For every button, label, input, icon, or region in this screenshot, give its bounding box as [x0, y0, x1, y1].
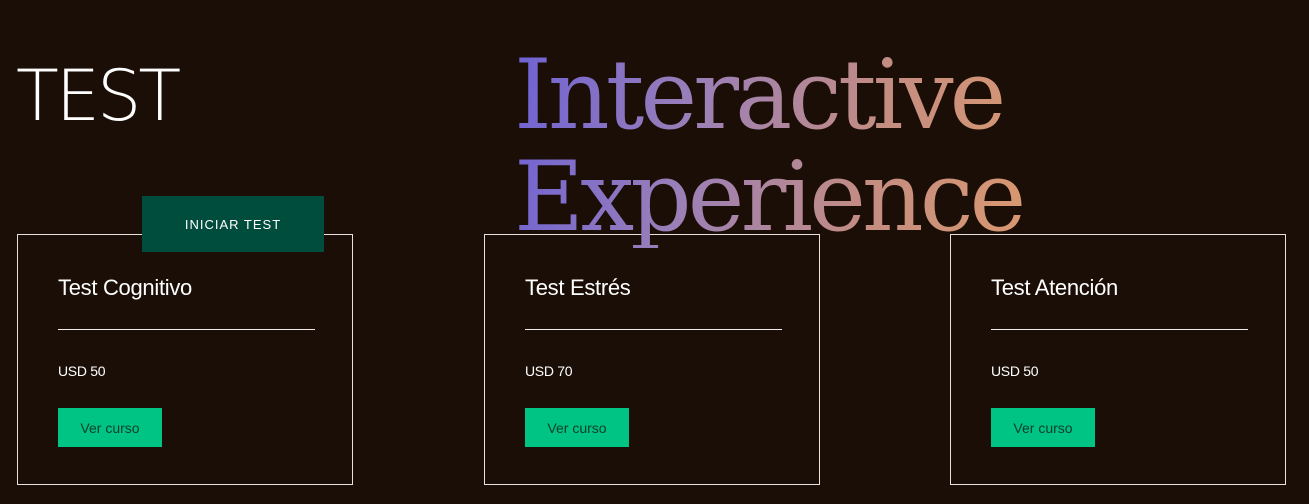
- course-card-cognitivo: Test Cognitivo USD 50 Ver curso: [17, 234, 353, 485]
- hero-heading: Interactive Experience: [514, 44, 1022, 248]
- card-price: USD 50: [991, 363, 1039, 379]
- course-card-estres: Test Estrés USD 70 Ver curso: [484, 234, 820, 485]
- card-title: Test Cognitivo: [58, 275, 192, 300]
- view-course-button[interactable]: Ver curso: [991, 408, 1095, 447]
- card-title: Test Estrés: [525, 275, 631, 300]
- hero-line-1: Interactive: [514, 39, 1003, 151]
- view-course-button[interactable]: Ver curso: [58, 408, 162, 447]
- card-divider: [58, 329, 315, 330]
- course-card-atencion: Test Atención USD 50 Ver curso: [950, 234, 1286, 485]
- hero-line-2: Experience: [514, 141, 1023, 253]
- card-title: Test Atención: [991, 275, 1118, 300]
- card-divider: [525, 329, 782, 330]
- page-title: TEST: [16, 55, 181, 137]
- card-price: USD 50: [58, 363, 106, 379]
- card-price: USD 70: [525, 363, 573, 379]
- view-course-button[interactable]: Ver curso: [525, 408, 629, 447]
- start-test-button[interactable]: INICIAR TEST: [142, 196, 324, 252]
- card-divider: [991, 329, 1248, 330]
